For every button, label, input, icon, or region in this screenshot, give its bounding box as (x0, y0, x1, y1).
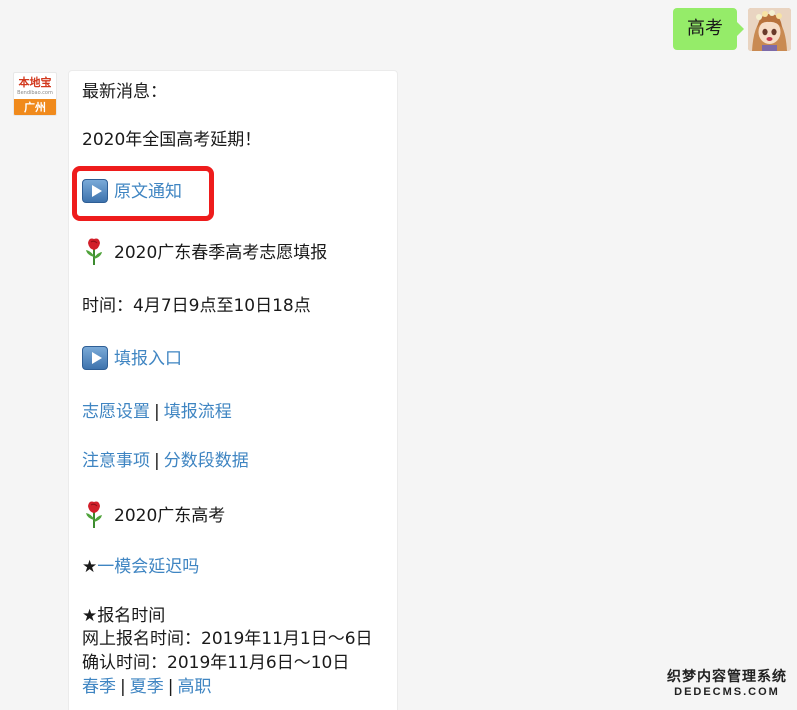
link-filling-process[interactable]: 填报流程 (164, 402, 232, 422)
entry-link[interactable]: 填报入口 (114, 349, 182, 369)
link-summer[interactable]: 夏季 (130, 677, 164, 697)
watermark-cn: 织梦内容管理系统 (667, 668, 787, 684)
registration-title: ★报名时间 (82, 606, 166, 626)
watermark-en: DEDECMS.COM (674, 686, 780, 698)
latest-label: 最新消息： (82, 82, 167, 102)
avatar-city: 广州 (14, 99, 56, 115)
highlight-annotation (72, 166, 214, 221)
outgoing-bubble[interactable]: 高考 (673, 8, 744, 50)
avatar-brand-name: 本地宝 (18, 76, 52, 89)
link-notes[interactable]: 注意事项 (82, 451, 150, 471)
entry-link-row[interactable]: 填报入口 (82, 346, 182, 370)
separator: | (167, 677, 174, 697)
play-icon (82, 346, 108, 370)
section-gaokao-title: 2020广东高考 (82, 500, 225, 528)
rose-icon (86, 238, 102, 265)
separator: | (154, 451, 160, 471)
section-gaokao-title-text: 2020广东高考 (114, 506, 226, 526)
official-account-avatar[interactable]: 本地宝 Bendibao.com 广州 (13, 72, 57, 116)
user-avatar[interactable] (748, 8, 791, 51)
links-row-1: 志愿设置 | 填报流程 (82, 401, 232, 423)
section-spring-title: 2020广东春季高考志愿填报 (82, 237, 327, 265)
headline-text: 2020年全国高考延期！ (82, 130, 262, 150)
links-row-3: 春季 | 夏季 | 高职 (82, 676, 211, 698)
link-vocational[interactable]: 高职 (177, 677, 211, 697)
separator: | (154, 402, 160, 422)
time-line: 时间：4月7日9点至10日18点 (82, 296, 311, 316)
rose-icon (86, 501, 102, 528)
link-volunteer-setting[interactable]: 志愿设置 (82, 402, 150, 422)
avatar-brand: 本地宝 Bendibao.com (14, 73, 56, 99)
avatar-illustration-icon (748, 8, 791, 51)
mock-exam-row: ★一模会延迟吗 (82, 556, 199, 578)
separator: | (120, 677, 126, 697)
section-spring-title-text: 2020广东春季高考志愿填报 (114, 243, 328, 263)
link-score-data[interactable]: 分数段数据 (164, 451, 249, 471)
link-spring[interactable]: 春季 (82, 677, 116, 697)
avatar-brand-url: Bendibao.com (17, 90, 53, 96)
confirm-time: 确认时间：2019年11月6日～10日 (82, 653, 350, 673)
online-registration-time: 网上报名时间：2019年11月1日～6日 (82, 629, 373, 649)
links-row-2: 注意事项 | 分数段数据 (82, 450, 249, 472)
star-icon: ★ (82, 557, 98, 577)
mock-exam-link[interactable]: 一模会延迟吗 (97, 557, 199, 577)
outgoing-message: 高考 (673, 8, 791, 51)
watermark: 织梦内容管理系统 DEDECMS.COM (667, 666, 787, 698)
